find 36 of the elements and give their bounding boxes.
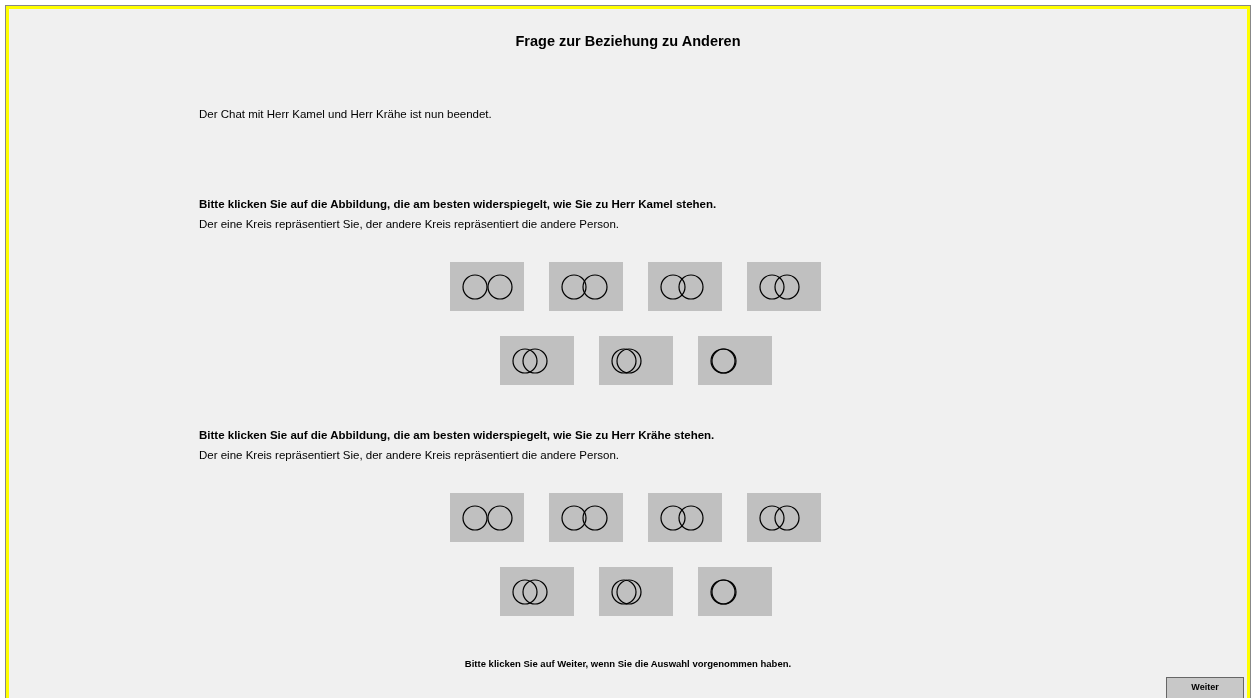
overlapping-circles-icon <box>709 347 737 374</box>
intro-text: Der Chat mit Herr Kamel und Herr Krähe ist nun beendet. <box>199 108 492 120</box>
overlapping-circles-icon <box>660 273 704 300</box>
overlapping-circles-icon <box>709 578 737 605</box>
next-button[interactable]: Weiter <box>1166 677 1244 698</box>
overlapping-circles-icon <box>610 347 642 374</box>
overlap-option[interactable] <box>648 493 722 542</box>
overlapping-circles-icon <box>759 273 800 300</box>
overlapping-circles-icon <box>511 578 548 605</box>
overlap-option[interactable] <box>747 262 821 311</box>
overlap-option[interactable] <box>450 493 524 542</box>
question-hint: Der eine Kreis repräsentiert Sie, der andere Kreis repräsentiert die andere Person. <box>199 449 619 461</box>
overlap-option[interactable] <box>549 493 623 542</box>
overlapping-circles-icon <box>511 347 548 374</box>
overlapping-circles-icon <box>561 504 608 531</box>
footer-note: Bitte klicken Sie auf Weiter, wenn Sie die Auswahl vorgenommen haben. <box>464 658 792 669</box>
overlap-option[interactable] <box>697 336 772 385</box>
overlap-option[interactable] <box>697 567 772 616</box>
overlap-option[interactable] <box>598 567 673 616</box>
overlapping-circles-icon <box>462 273 513 300</box>
overlap-option[interactable] <box>598 336 673 385</box>
overlap-option[interactable] <box>549 262 623 311</box>
overlap-option[interactable] <box>747 493 821 542</box>
overlapping-circles-icon <box>610 578 642 605</box>
overlapping-circles-icon <box>561 273 608 300</box>
page-title: Frage zur Beziehung zu Anderen <box>515 33 741 49</box>
overlapping-circles-icon <box>759 504 800 531</box>
overlap-option[interactable] <box>450 262 524 311</box>
overlap-option[interactable] <box>499 567 574 616</box>
overlap-option[interactable] <box>499 336 574 385</box>
overlapping-circles-icon <box>660 504 704 531</box>
question-prompt: Bitte klicken Sie auf die Abbildung, die am besten widerspiegelt, wie Sie zu Herr Kamel stehen. <box>199 198 717 210</box>
question-prompt: Bitte klicken Sie auf die Abbildung, die am besten widerspiegelt, wie Sie zu Herr Krähe stehen. <box>199 429 715 441</box>
overlap-option[interactable] <box>648 262 722 311</box>
question-hint: Der eine Kreis repräsentiert Sie, der andere Kreis repräsentiert die andere Person. <box>199 218 619 230</box>
overlapping-circles-icon <box>462 504 513 531</box>
